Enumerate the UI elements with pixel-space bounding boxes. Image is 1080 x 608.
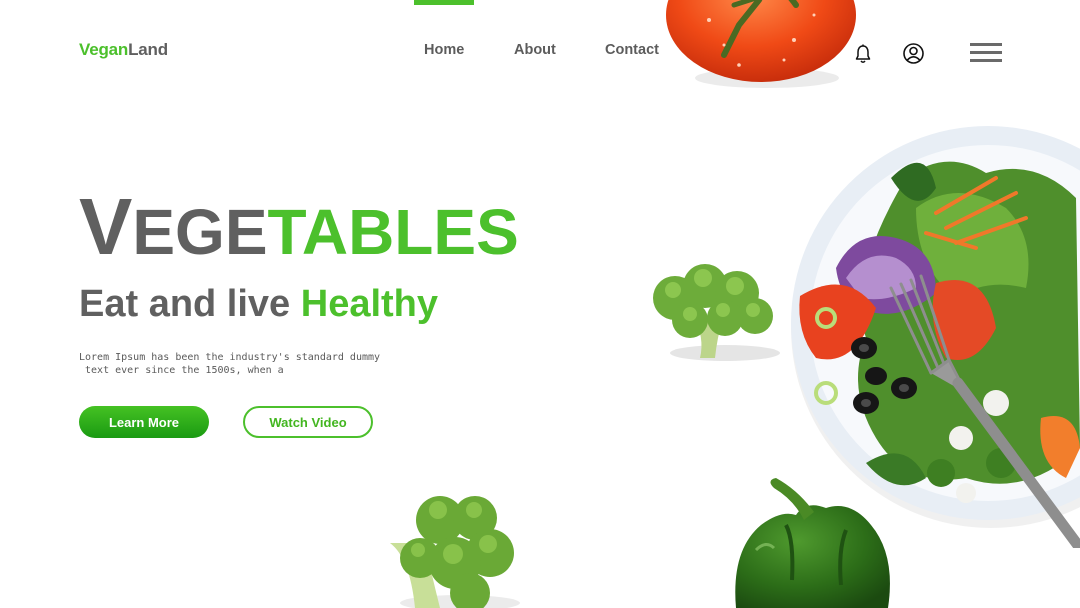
nav-about-link[interactable]: About <box>514 42 556 58</box>
nav-active-indicator <box>414 0 474 5</box>
hero-title-part1: EGE <box>132 196 268 268</box>
tomato-image <box>666 0 856 88</box>
hero-tagline-part1: Eat and live <box>79 283 301 325</box>
hamburger-menu-icon[interactable] <box>970 42 1002 64</box>
hero-title: VEGETABLES <box>79 187 519 267</box>
learn-more-button[interactable]: Learn More <box>79 406 209 438</box>
green-pepper-image <box>735 478 890 608</box>
hero-description-line2: text ever since the 1500s, when a <box>79 365 284 376</box>
brand-logo[interactable]: VeganLand <box>79 40 168 60</box>
hero-title-big-letter: V <box>79 182 133 271</box>
watch-video-button[interactable]: Watch Video <box>243 406 373 438</box>
hero-description: Lorem Ipsum has been the industry's stan… <box>79 351 381 377</box>
broccoli-image-bottom <box>390 496 520 608</box>
user-icon[interactable] <box>902 42 925 65</box>
hero-description-line1: Lorem Ipsum has been the industry's stan… <box>79 352 381 363</box>
nav-home-link[interactable]: Home <box>424 42 464 58</box>
hero-title-part2: TABLES <box>267 196 519 268</box>
hero-tagline: Eat and live Healthy <box>79 285 438 323</box>
nav-contact-link[interactable]: Contact <box>605 42 659 58</box>
hero-tagline-part2: Healthy <box>300 283 439 325</box>
brand-logo-part2: Land <box>128 40 168 59</box>
broccoli-image <box>653 264 780 361</box>
brand-logo-part1: Vegan <box>79 40 129 59</box>
